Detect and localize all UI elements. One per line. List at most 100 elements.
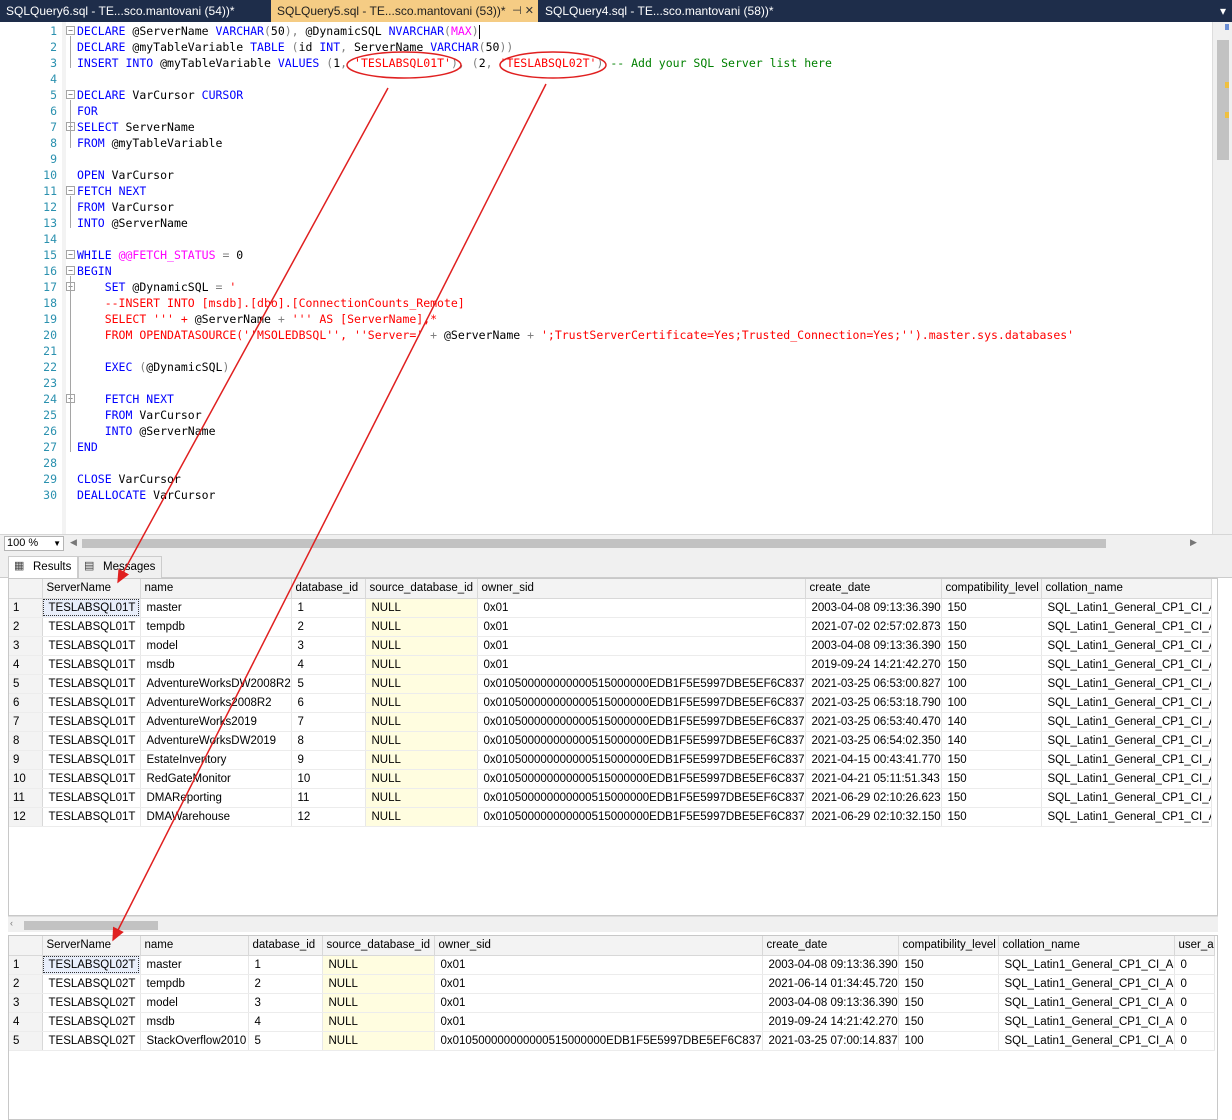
row-number[interactable]: 12 xyxy=(9,807,43,827)
table-cell[interactable]: TESLABSQL01T xyxy=(42,617,141,637)
table-cell[interactable]: RedGateMonitor xyxy=(140,769,292,789)
table-cell[interactable]: SQL_Latin1_General_CP1_CI_AS xyxy=(998,1012,1175,1032)
code-line[interactable]: 14 xyxy=(0,231,1210,247)
table-cell[interactable]: 150 xyxy=(941,636,1042,656)
table-cell[interactable]: 0x01 xyxy=(477,617,806,637)
row-number[interactable]: 1 xyxy=(9,955,43,975)
pin-close-icons[interactable]: ⊣ ✕ xyxy=(512,0,534,22)
table-cell[interactable]: AdventureWorksDW2008R2 xyxy=(140,674,292,694)
table-cell[interactable]: 2021-07-02 02:57:02.873 xyxy=(805,617,942,637)
tab-messages[interactable]: ▤ Messages xyxy=(78,556,163,578)
table-cell[interactable]: NULL xyxy=(365,693,478,713)
code-line[interactable]: 3 INSERT INTO @myTableVariable VALUES (1,… xyxy=(0,55,1210,71)
table-cell[interactable]: 0x010500000000000515000000EDB1F5E5997DBE… xyxy=(477,693,806,713)
table-cell[interactable]: 150 xyxy=(941,788,1042,808)
row-number[interactable]: 11 xyxy=(9,788,43,808)
column-header[interactable]: user_a xyxy=(1174,936,1215,956)
table-cell[interactable]: SQL_Latin1_General_CP1_CI_AS xyxy=(1041,636,1212,656)
table-cell[interactable]: 2021-04-21 05:11:51.343 xyxy=(805,769,942,789)
code-line[interactable]: 4 xyxy=(0,71,1210,87)
table-cell[interactable]: 0x01 xyxy=(434,974,763,994)
code-line[interactable]: 13 INTO @ServerName xyxy=(0,215,1210,231)
table-row[interactable]: 6 TESLABSQL01T AdventureWorks2008R2 6 NULL 0x… xyxy=(9,693,1212,713)
code-line[interactable]: 2 DECLARE @myTableVariable TABLE (id INT,… xyxy=(0,39,1210,55)
table-cell[interactable]: 2021-03-25 06:53:00.827 xyxy=(805,674,942,694)
table-cell[interactable]: 0x010500000000000515000000EDB1F5E5997DBE… xyxy=(477,731,806,751)
table-cell[interactable]: 4 xyxy=(248,1012,323,1032)
table-cell[interactable]: 7 xyxy=(291,712,366,732)
table-cell[interactable]: 0x01 xyxy=(477,598,806,618)
table-cell[interactable]: master xyxy=(140,598,292,618)
row-number[interactable]: 4 xyxy=(9,1012,43,1032)
table-cell[interactable]: 11 xyxy=(291,788,366,808)
code-line[interactable]: 24− FETCH NEXT xyxy=(0,391,1210,407)
tab-sqlquery4[interactable]: SQLQuery4.sql - TE...sco.mantovani (58))… xyxy=(539,0,779,22)
table-cell[interactable]: 150 xyxy=(898,993,999,1013)
table-cell[interactable]: 0x01 xyxy=(477,636,806,656)
code-line[interactable]: 18 --INSERT INTO [msdb].[dbo].[Connectio… xyxy=(0,295,1210,311)
code-line[interactable]: 5− DECLARE VarCursor CURSOR xyxy=(0,87,1210,103)
collapse-icon[interactable]: − xyxy=(66,266,75,275)
code-line[interactable]: 29 CLOSE VarCursor xyxy=(0,471,1210,487)
code-line[interactable]: 15− WHILE @@FETCH_STATUS = 0 xyxy=(0,247,1210,263)
table-cell[interactable]: AdventureWorks2019 xyxy=(140,712,292,732)
table-cell[interactable]: 150 xyxy=(898,974,999,994)
table-cell[interactable]: TESLABSQL01T xyxy=(42,769,141,789)
table-cell[interactable]: NULL xyxy=(365,636,478,656)
table-row[interactable]: 2 TESLABSQL02T tempdb 2 NULL 0x01 2021-06-14 0… xyxy=(9,974,1215,994)
table-cell[interactable]: 0 xyxy=(1174,993,1215,1013)
scroll-right-icon[interactable]: ▶ xyxy=(1190,537,1197,548)
table-cell[interactable]: 2021-03-25 06:53:40.470 xyxy=(805,712,942,732)
code-line[interactable]: 8 FROM @myTableVariable xyxy=(0,135,1210,151)
table-row[interactable]: 8 TESLABSQL01T AdventureWorksDW2019 8 NULL 0x… xyxy=(9,731,1212,751)
table-cell[interactable]: NULL xyxy=(322,974,435,994)
table-cell[interactable]: 4 xyxy=(291,655,366,675)
table-cell[interactable]: 100 xyxy=(898,1031,999,1051)
code-line[interactable]: 9 xyxy=(0,151,1210,167)
table-cell[interactable]: NULL xyxy=(365,750,478,770)
table-cell[interactable]: NULL xyxy=(322,1031,435,1051)
table-row[interactable]: 5 TESLABSQL01T AdventureWorksDW2008R2 5 NULL… xyxy=(9,674,1212,694)
table-cell[interactable]: DMAReporting xyxy=(140,788,292,808)
column-header[interactable]: ServerName xyxy=(42,936,141,956)
table-cell[interactable]: 150 xyxy=(941,807,1042,827)
table-cell[interactable]: 0x010500000000000515000000EDB1F5E5997DBE… xyxy=(477,769,806,789)
table-cell[interactable]: 1 xyxy=(291,598,366,618)
table-cell[interactable]: EstateInventory xyxy=(140,750,292,770)
table-cell[interactable]: 0x01 xyxy=(434,993,763,1013)
code-line[interactable]: 23 xyxy=(0,375,1210,391)
column-header[interactable]: ServerName xyxy=(42,579,141,599)
table-cell[interactable]: TESLABSQL01T xyxy=(42,655,141,675)
table-cell[interactable]: NULL xyxy=(365,674,478,694)
select-all-corner[interactable] xyxy=(9,579,43,599)
tab-overflow-icon[interactable]: ▾ xyxy=(1214,0,1232,22)
code-line[interactable]: 11− FETCH NEXT xyxy=(0,183,1210,199)
table-cell[interactable]: 2003-04-08 09:13:36.390 xyxy=(762,955,899,975)
table-cell[interactable]: 150 xyxy=(941,617,1042,637)
table-cell[interactable]: 2021-03-25 06:53:18.790 xyxy=(805,693,942,713)
table-cell[interactable]: 2021-04-15 00:43:41.770 xyxy=(805,750,942,770)
table-cell[interactable]: 2 xyxy=(291,617,366,637)
table-cell[interactable]: NULL xyxy=(365,731,478,751)
row-number[interactable]: 3 xyxy=(9,993,43,1013)
table-cell[interactable]: 0 xyxy=(1174,955,1215,975)
scroll-left-icon[interactable]: ◀ xyxy=(70,537,77,548)
table-cell[interactable]: 5 xyxy=(248,1031,323,1051)
table-cell[interactable]: SQL_Latin1_General_CP1_CI_AS xyxy=(998,993,1175,1013)
table-row[interactable]: 4 TESLABSQL01T msdb 4 NULL 0x01 2019-09-24 14:… xyxy=(9,655,1212,675)
table-cell[interactable]: 0 xyxy=(1174,974,1215,994)
table-cell[interactable]: msdb xyxy=(140,655,292,675)
row-number[interactable]: 5 xyxy=(9,674,43,694)
collapse-icon[interactable]: − xyxy=(66,250,75,259)
table-cell[interactable]: SQL_Latin1_General_CP1_CI_AS xyxy=(1041,807,1212,827)
table-cell[interactable]: TESLABSQL02T xyxy=(42,993,141,1013)
table-cell[interactable]: SQL_Latin1_General_CP1_CI_AS xyxy=(1041,598,1212,618)
table-cell[interactable]: 10 xyxy=(291,769,366,789)
row-number[interactable]: 3 xyxy=(9,636,43,656)
results-grid-2[interactable]: ServerName name database_id source_database… xyxy=(8,935,1218,1120)
table-cell[interactable]: 150 xyxy=(941,769,1042,789)
table-cell[interactable]: SQL_Latin1_General_CP1_CI_AS xyxy=(1041,674,1212,694)
table-cell[interactable]: AdventureWorks2008R2 xyxy=(140,693,292,713)
table-cell[interactable]: NULL xyxy=(365,598,478,618)
table-cell[interactable]: 0x010500000000000515000000EDB1F5E5997DBE… xyxy=(477,674,806,694)
